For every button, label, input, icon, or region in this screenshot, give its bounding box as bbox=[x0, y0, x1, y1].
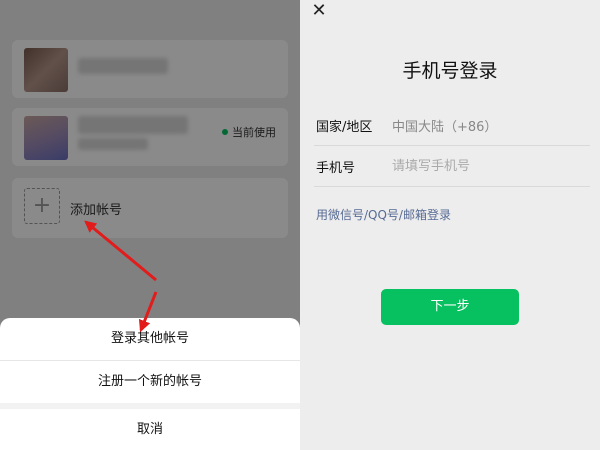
phone-login-screen: ✕ 手机号登录 国家/地区 中国大陆（+86） 手机号 用微信号/QQ号/邮箱登… bbox=[300, 0, 600, 450]
close-icon[interactable]: ✕ bbox=[310, 2, 328, 20]
account-switch-screen: 当前使用 + 添加帐号 登录其他帐号 注册一个新的帐号 取消 bbox=[0, 0, 300, 450]
country-region-row[interactable]: 国家/地区 中国大陆（+86） bbox=[314, 106, 590, 146]
phone-number-input[interactable] bbox=[392, 153, 582, 179]
phone-number-row: 手机号 bbox=[314, 147, 590, 187]
country-region-label: 国家/地区 bbox=[316, 120, 373, 135]
action-sheet: 登录其他帐号 注册一个新的帐号 取消 bbox=[0, 318, 300, 450]
register-new-account-option[interactable]: 注册一个新的帐号 bbox=[0, 361, 300, 403]
login-other-account-option[interactable]: 登录其他帐号 bbox=[0, 318, 300, 360]
next-button[interactable]: 下一步 bbox=[381, 289, 519, 325]
alt-login-link[interactable]: 用微信号/QQ号/邮箱登录 bbox=[316, 206, 451, 223]
phone-number-label: 手机号 bbox=[316, 161, 356, 176]
cancel-option[interactable]: 取消 bbox=[0, 409, 300, 450]
page-title: 手机号登录 bbox=[402, 60, 498, 82]
country-region-value[interactable]: 中国大陆（+86） bbox=[392, 116, 497, 135]
